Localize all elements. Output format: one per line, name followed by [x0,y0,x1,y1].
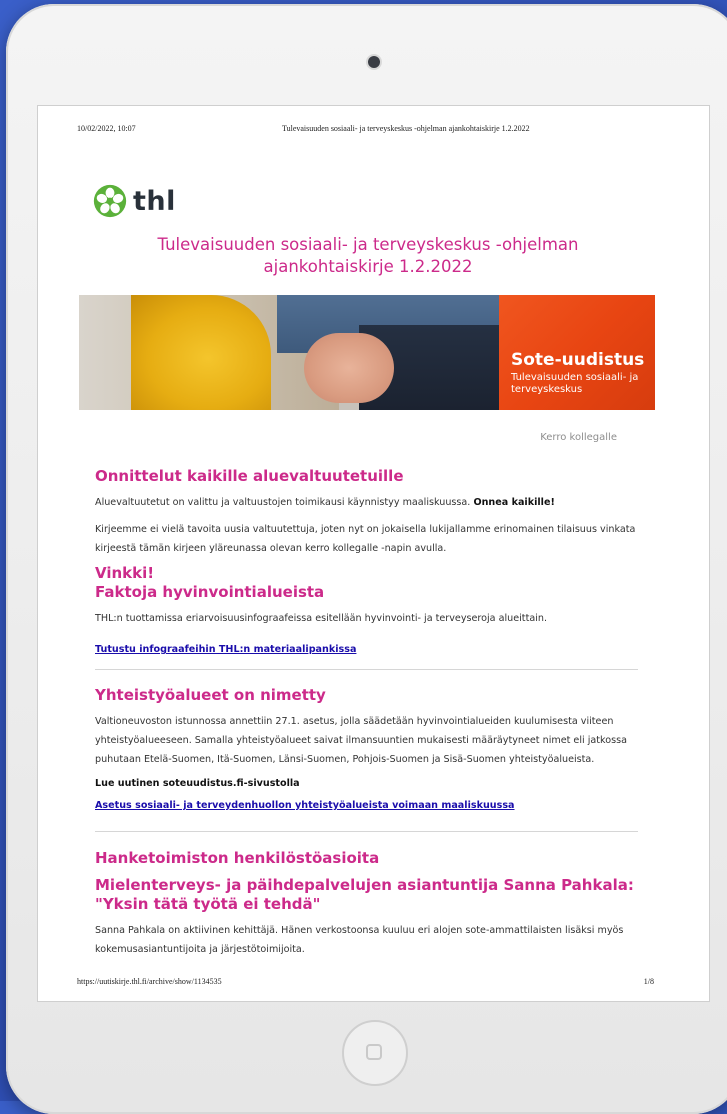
section-heading: Yhteistyöalueet on nimetty [95,686,326,704]
home-square-icon [366,1044,382,1060]
news-lead: Lue uutinen soteuudistus.fi-sivustolla [95,778,300,789]
section-cooperation-areas: Yhteistyöalueet on nimetty Valtioneuvost… [95,686,640,812]
paragraph-bold: Onnea kaikille! [473,497,555,508]
paragraph: Kirjeemme ei vielä tavoita uusia valtuut… [95,524,636,554]
divider [95,669,638,670]
share-with-colleague-link[interactable]: Kerro kollegalle [540,432,617,443]
tip-subheading: Faktoja hyvinvointialueista [95,583,325,601]
logo-text: thl [133,185,176,217]
section-congratulations: Onnittelut kaikille aluevaltuutetuille A… [95,467,640,656]
thl-logo[interactable]: thl [93,184,176,218]
tip-heading: Vinkki! [95,564,155,582]
home-button[interactable] [342,1020,408,1086]
yellow-sleeve-image [131,295,271,410]
paragraph: Valtioneuvoston istunnossa annettiin 27.… [95,716,627,765]
tablet-screen: 10/02/2022, 10:07 Tulevaisuuden sosiaali… [38,106,709,1001]
banner-subtitle: Tulevaisuuden sosiaali- ja terveyskeskus [511,372,639,395]
paragraph: THL:n tuottamissa eriarvoisuusinfograafe… [95,613,548,624]
section-heading: Onnittelut kaikille aluevaltuutetuille [95,467,404,485]
print-date: 10/02/2022, 10:07 [77,124,136,133]
thl-flower-icon [93,184,127,218]
paragraph: Sanna Pahkala on aktiivinen kehittäjä. H… [95,925,624,955]
print-title: Tulevaisuuden sosiaali- ja terveyskeskus… [282,124,530,133]
divider [95,831,638,832]
decree-link[interactable]: Asetus sosiaali- ja terveydenhuollon yht… [95,800,515,811]
paragraph-text: Aluevaltuutetut on valittu ja valtuustoj… [95,497,471,508]
hero-banner: Sote-uudistus Tulevaisuuden sosiaali- ja… [79,295,655,410]
link-row: Tutustu infograafeihin THL:n materiaalip… [95,637,640,656]
infographics-link[interactable]: Tutustu infograafeihin THL:n materiaalip… [95,644,356,655]
page-number: 1/8 [643,977,654,986]
holding-hands-image [304,333,394,403]
print-url: https://uutiskirje.thl.fi/archive/show/1… [77,977,222,986]
camera-icon [368,56,380,68]
section-staff-news: Hanketoimiston henkilöstöasioita Mielent… [95,849,640,959]
link-row: Asetus sosiaali- ja terveydenhuollon yht… [95,793,640,812]
banner-title: Sote-uudistus [511,350,645,370]
section-heading: Hanketoimiston henkilöstöasioita [95,849,380,867]
article-heading: Mielenterveys- ja päihdepalvelujen asian… [95,876,634,913]
newsletter-title: Tulevaisuuden sosiaali- ja terveyskeskus… [157,235,579,276]
paragraph: Aluevaltuutetut on valittu ja valtuustoj… [95,493,640,512]
